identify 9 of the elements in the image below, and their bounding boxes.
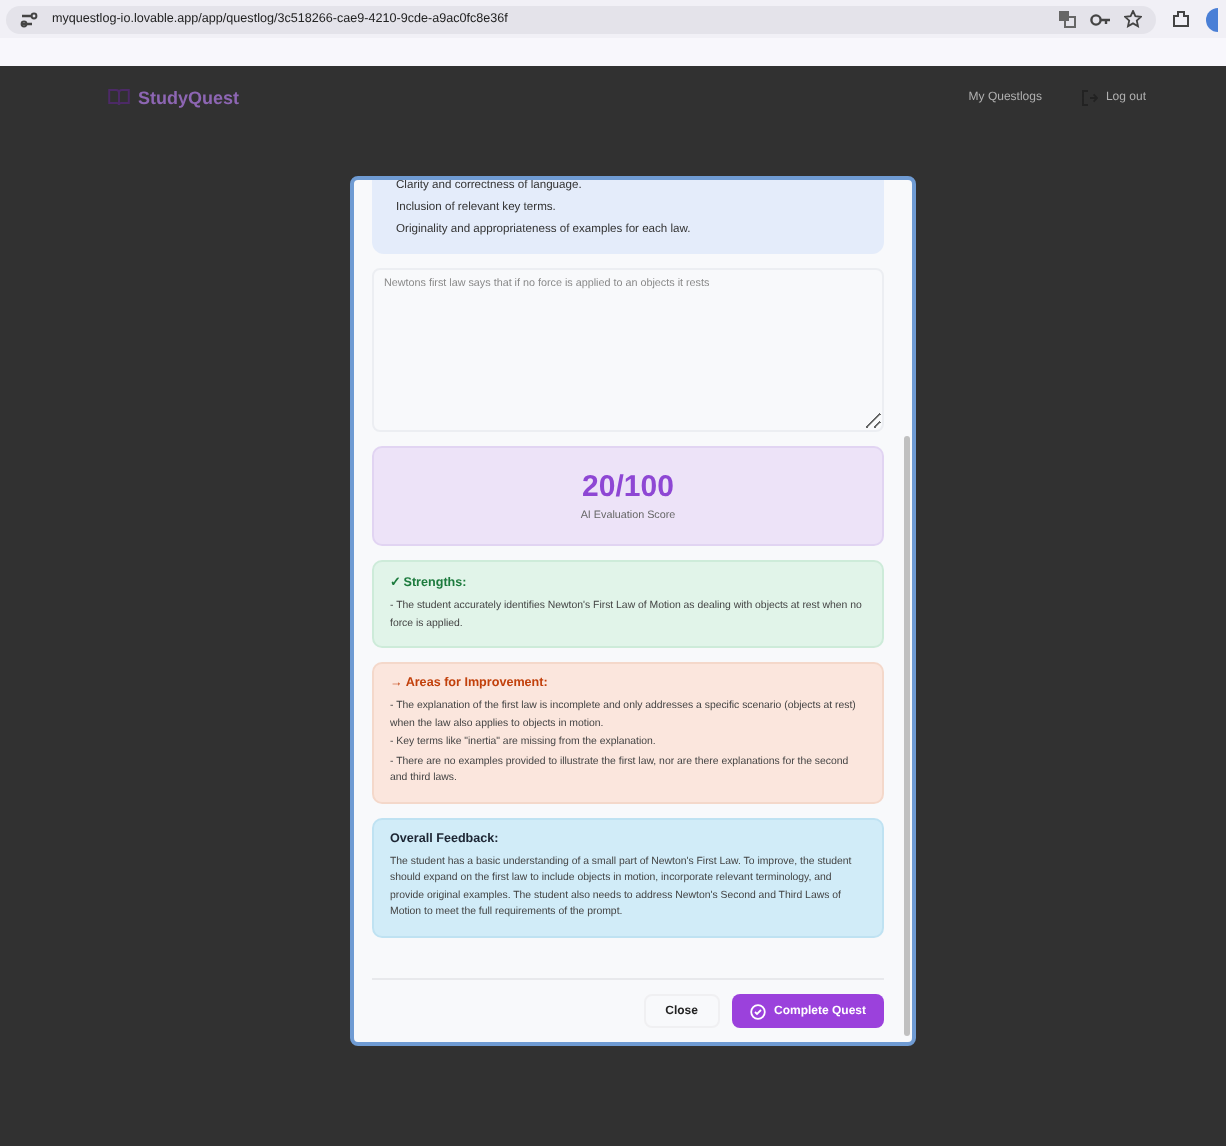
star-icon[interactable]: [1124, 10, 1142, 28]
book-icon: [108, 88, 130, 106]
score-value: 20/100: [582, 470, 674, 504]
site-settings-icon: [20, 11, 38, 27]
extensions-icon[interactable]: [1172, 10, 1190, 28]
key-icon[interactable]: [1090, 13, 1110, 25]
translate-icon[interactable]: [1058, 10, 1076, 28]
scroll-thumb[interactable]: [904, 436, 910, 1036]
check-circle-icon: [749, 1003, 766, 1019]
